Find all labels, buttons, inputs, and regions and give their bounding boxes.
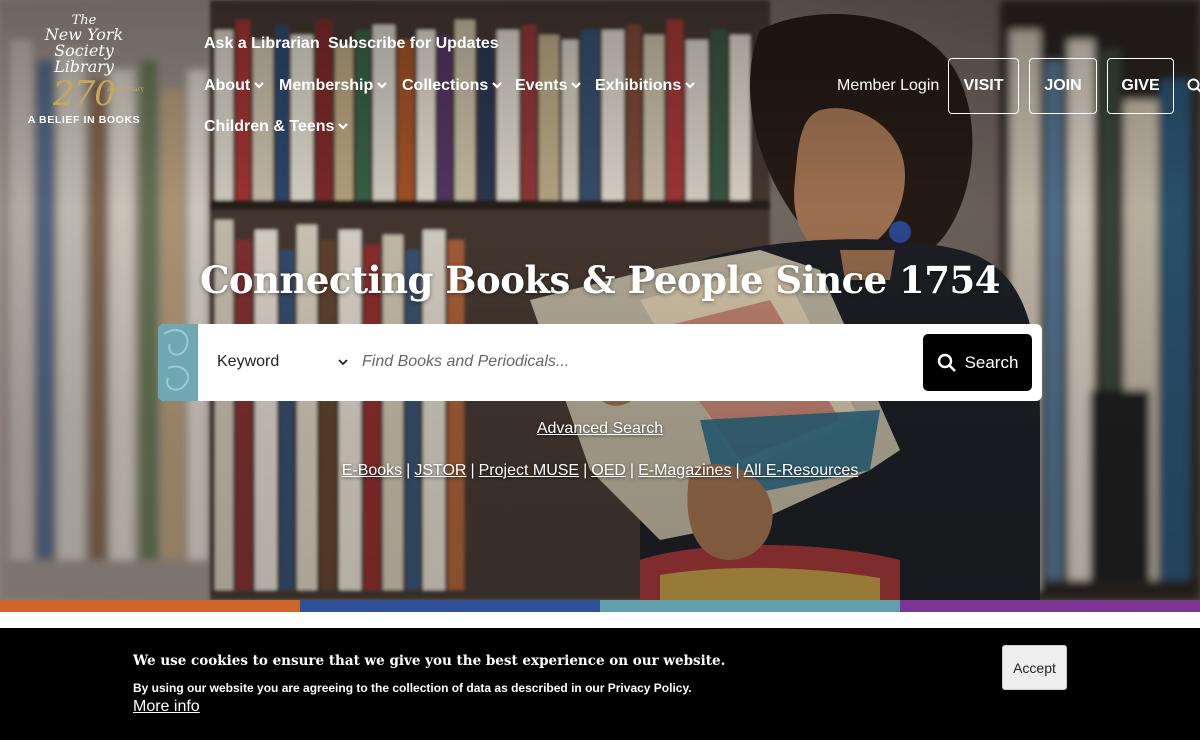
chevron-down-icon [254,82,264,89]
search-scope-select[interactable]: Keyword [217,349,349,375]
ask-a-librarian-link[interactable]: Ask a Librarian [204,35,320,53]
advanced-search-link[interactable]: Advanced Search [537,420,663,437]
cookie-title: We use cookies to ensure that we give yo… [133,653,726,669]
cookie-accept-button[interactable]: Accept [1002,645,1067,690]
ornament-icon [163,329,189,391]
visit-button[interactable]: VISIT [948,58,1019,114]
separator: | [470,462,475,479]
chevron-down-icon [338,359,348,366]
link-all-eresources[interactable]: All E-Resources [744,462,859,479]
chevron-down-icon [685,82,696,89]
nav-about[interactable]: About [204,77,265,95]
nav-collections[interactable]: Collections [402,77,503,95]
separator: | [583,462,588,479]
chevron-down-icon [338,123,349,130]
logo-anniversary-small: Anniversary [107,86,144,93]
join-button[interactable]: JOIN [1029,58,1097,114]
separator: | [406,462,411,479]
cookie-banner: We use cookies to ensure that we give yo… [0,628,1200,740]
link-oed[interactable]: OED [591,462,626,479]
stripe-teal [600,600,900,612]
search-decoration [158,324,198,401]
chevron-down-icon [377,82,388,89]
cookie-body: By using our website you are agreeing to… [133,681,692,695]
nav-events-label: Events [515,77,568,94]
chevron-down-icon [492,82,503,89]
search-icon [937,353,956,372]
subscribe-link[interactable]: Subscribe for Updates [328,35,499,53]
site-logo[interactable]: The New York Society Library 270 Anniver… [22,14,146,140]
stripe-purple [900,600,1200,612]
search-icon[interactable] [1187,78,1200,94]
chevron-down-icon [571,82,582,89]
stripe-orange [0,600,300,612]
give-button[interactable]: GIVE [1107,58,1174,114]
logo-tagline: A BELIEF IN BOOKS [27,114,141,126]
nav-membership[interactable]: Membership [279,77,388,95]
nav-about-label: About [204,77,251,94]
link-project-muse[interactable]: Project MUSE [479,462,579,479]
logo-anniversary-mark: 270 Anniversary [22,77,146,111]
member-login-link[interactable]: Member Login [837,77,939,95]
stripe-blue [300,600,600,612]
search-input[interactable] [358,343,916,381]
nav-children-teens-label: Children & Teens [204,118,335,135]
link-emagazines[interactable]: E-Magazines [638,462,731,479]
nav-children-teens[interactable]: Children & Teens [204,118,349,136]
cookie-more-info-link[interactable]: More info [133,698,200,716]
nav-events[interactable]: Events [515,77,582,95]
logo-anniversary-number: 270 [53,74,116,114]
nav-exhibitions-label: Exhibitions [595,77,682,94]
hero-headline: Connecting Books & People Since 1754 [199,258,1001,302]
link-jstor[interactable]: JSTOR [414,462,466,479]
separator: | [735,462,740,479]
search-button-label: Search [964,352,1019,372]
search-scope-value: Keyword [217,353,280,370]
nav-membership-label: Membership [279,77,374,94]
e-resources-links: E-Books | JSTOR | Project MUSE | OED | E-Magazin… [0,462,1200,480]
nav-exhibitions[interactable]: Exhibitions [595,77,696,95]
advanced-search-row: Advanced Search [0,420,1200,438]
search-button[interactable]: Search [923,334,1032,391]
color-stripe [0,600,1200,612]
separator: | [629,462,635,479]
link-ebooks[interactable]: E-Books [342,462,402,479]
nav-collections-label: Collections [402,77,489,94]
